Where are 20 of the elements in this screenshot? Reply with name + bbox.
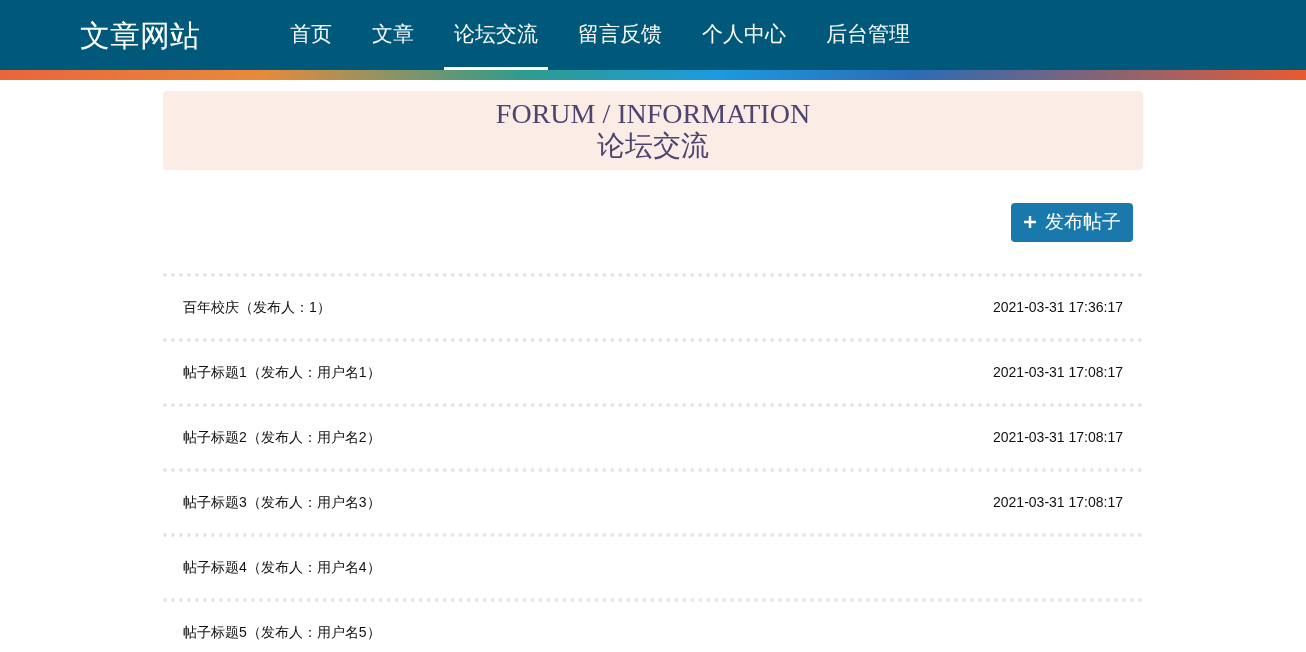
banner-title: FORUM / INFORMATION [495,98,811,129]
nav-tab[interactable]: 文章 [362,0,424,70]
nav-tab[interactable]: 后台管理 [816,0,920,70]
post-date: 2021-03-31 17:08:17 [993,492,1123,512]
plus-icon [1023,215,1037,230]
post-date: 2021-03-31 17:36:17 [993,297,1123,317]
post-title-link[interactable]: 百年校庆（发布人：1） [183,296,331,318]
post-button[interactable]: 发布帖子 [1011,203,1133,242]
post-date: 2021-03-31 17:08:17 [993,427,1123,447]
nav-tab[interactable]: 留言反馈 [568,0,672,70]
post-title-link[interactable]: 帖子标题5（发布人：用户名5） [183,621,381,643]
post-title-link[interactable]: 帖子标题3（发布人：用户名3） [183,491,381,513]
nav-tab[interactable]: 个人中心 [692,0,796,70]
site-title: 文章网站 [80,17,201,54]
banner-subtitle: 论坛交流 [597,128,709,163]
post-date: 2021-03-31 17:08:17 [993,362,1123,382]
post-title-link[interactable]: 帖子标题1（发布人：用户名1） [183,361,381,383]
nav-tab[interactable]: 首页 [280,0,342,70]
post-title-link[interactable]: 帖子标题2（发布人：用户名2） [183,426,381,448]
post-title-link[interactable]: 帖子标题4（发布人：用户名4） [183,556,381,578]
